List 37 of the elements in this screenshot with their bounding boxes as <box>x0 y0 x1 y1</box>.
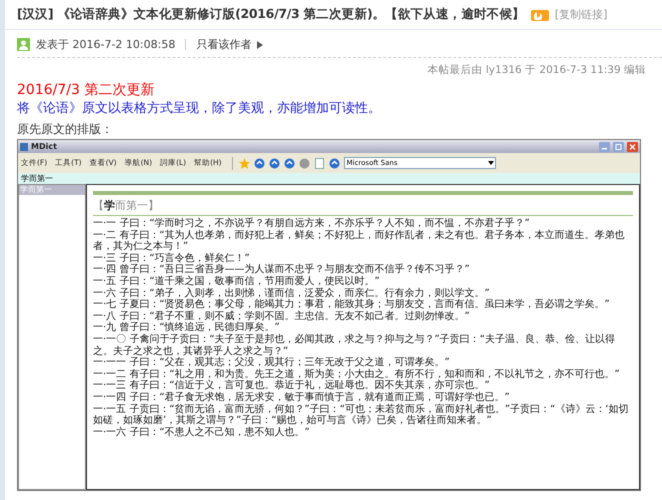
text-line: 一·一三 有子曰：“信近于义，言可复也。恭近于礼，远耻辱也。因不失其亲，亦可宗也。” <box>93 380 491 392</box>
text-line: 一·三 子曰：“巧言令色，鲜矣仁！” <box>93 252 250 264</box>
text-line: 一·一 子曰：“学而时习之，不亦说乎？有朋自远方来，不亦乐乎？人不知，而不愠，不亦君子乎？” <box>93 218 531 230</box>
round-icon[interactable] <box>298 158 310 168</box>
text-line: 一·二 有子曰：“其为人也孝弟，而好犯上者，鲜矣；不好犯上，而好作乱者，未之有也。君子务本，本立而道生。孝弟也者，其为仁之本与！” <box>93 230 626 252</box>
post-time: 发表于 2016-7-2 10:08:58 <box>36 37 176 52</box>
text-line: 一·七 子夏曰：“贤贤易色；事父母，能竭其力；事君，能致其身；与朋友交，言而有信。虽曰未学，吾必谓之学矣。” <box>93 299 611 310</box>
text-line: 一·一一 子曰：“父在，观其志；父没，观其行；三年无改于父之道，可谓孝矣。” <box>93 357 451 368</box>
edit-note: 本帖最后由 ly1316 于 2016-7-3 11:39 编辑 <box>426 63 647 78</box>
maximize-icon[interactable] <box>613 142 624 152</box>
caret-icon <box>486 159 495 167</box>
text-line: 一·九 曾子曰：“慎终追远，民德归厚矣。” <box>93 322 281 334</box>
text-line: 一·六 子曰：“弟子，入则孝，出则悌，谨而信，泛爱众，而亲仁。行有余力，则以学文。” <box>93 288 491 299</box>
text-line: 一·八 子曰：“君子不重，则不威；学则不固。主忠信。无友不如己者。过则勿惮改。” <box>93 310 471 322</box>
star-icon[interactable] <box>238 158 250 168</box>
text-line: 一·一〇 子禽问于子贡曰：“夫子至于是邦也，必闻其政，求之与？抑与之与？”子贡曰：“夫子温、良、恭、俭、让以得之。夫子之求之也，其诸异乎人之求之与？” <box>93 334 616 357</box>
app-icon <box>20 142 28 150</box>
update-heading: 2016/7/3 第二次更新 <box>17 81 156 99</box>
triangle-icon <box>257 40 264 48</box>
text-line: 一·一二 有子曰：“礼之用，和为贵。先王之道，斯为美；小大由之。有所不行，知和而和，不以礼节之，亦不可行也。” <box>93 368 621 380</box>
text-line: 一·五 子曰：“道千乘之国，敬事而信，节用而爱人，使民以时。” <box>93 276 381 288</box>
avatar-icon <box>17 38 30 51</box>
thread-title: [汉汉] 《论语辞典》文本化更新修订版(2016/7/3 第二次更新)。【欲下从速，逾时不候】 <box>17 6 525 23</box>
text-line: 一·一五 子贡曰：“贫而无谄，富而无骄，何如？”子曰：“可也；未若贫而乐，富而好礼者也。”子贡曰：“《诗》云：‘如切如磋，如琢如磨’，其斯之谓与？”子曰：“赐也，始可与言《诗》已矣，告诸往而知来者。” <box>93 404 630 426</box>
update-text: 将《论语》原文以表格方式呈现，除了美观，亦能增加可读性。 <box>17 100 382 117</box>
clipboard-icon[interactable] <box>314 158 325 168</box>
minimize-icon[interactable] <box>599 142 610 152</box>
text-line: 一·一四 子曰：“君子食无求饱，居无求安，敏于事而慎于言，就有道而正焉，可谓好学也已。” <box>93 392 511 404</box>
text-line: 一·一六 子曰：“不患人之不己知，患不知人也。” <box>93 426 311 438</box>
window-title: MDict <box>31 142 58 151</box>
section-heading: 【学而第一】 <box>93 198 633 216</box>
close-icon[interactable] <box>627 142 638 152</box>
layout-label: 原先原文的排版： <box>17 121 114 138</box>
flame-icon <box>530 8 549 22</box>
author-only-link[interactable]: 只看该作者 <box>196 37 252 52</box>
text-line: 一·四 曾子曰：“吾日三省吾身——为人谋而不忠乎？与朋友交而不信乎？传不习乎？” <box>93 264 471 276</box>
breadcrumb: 学而第一 <box>18 173 640 184</box>
